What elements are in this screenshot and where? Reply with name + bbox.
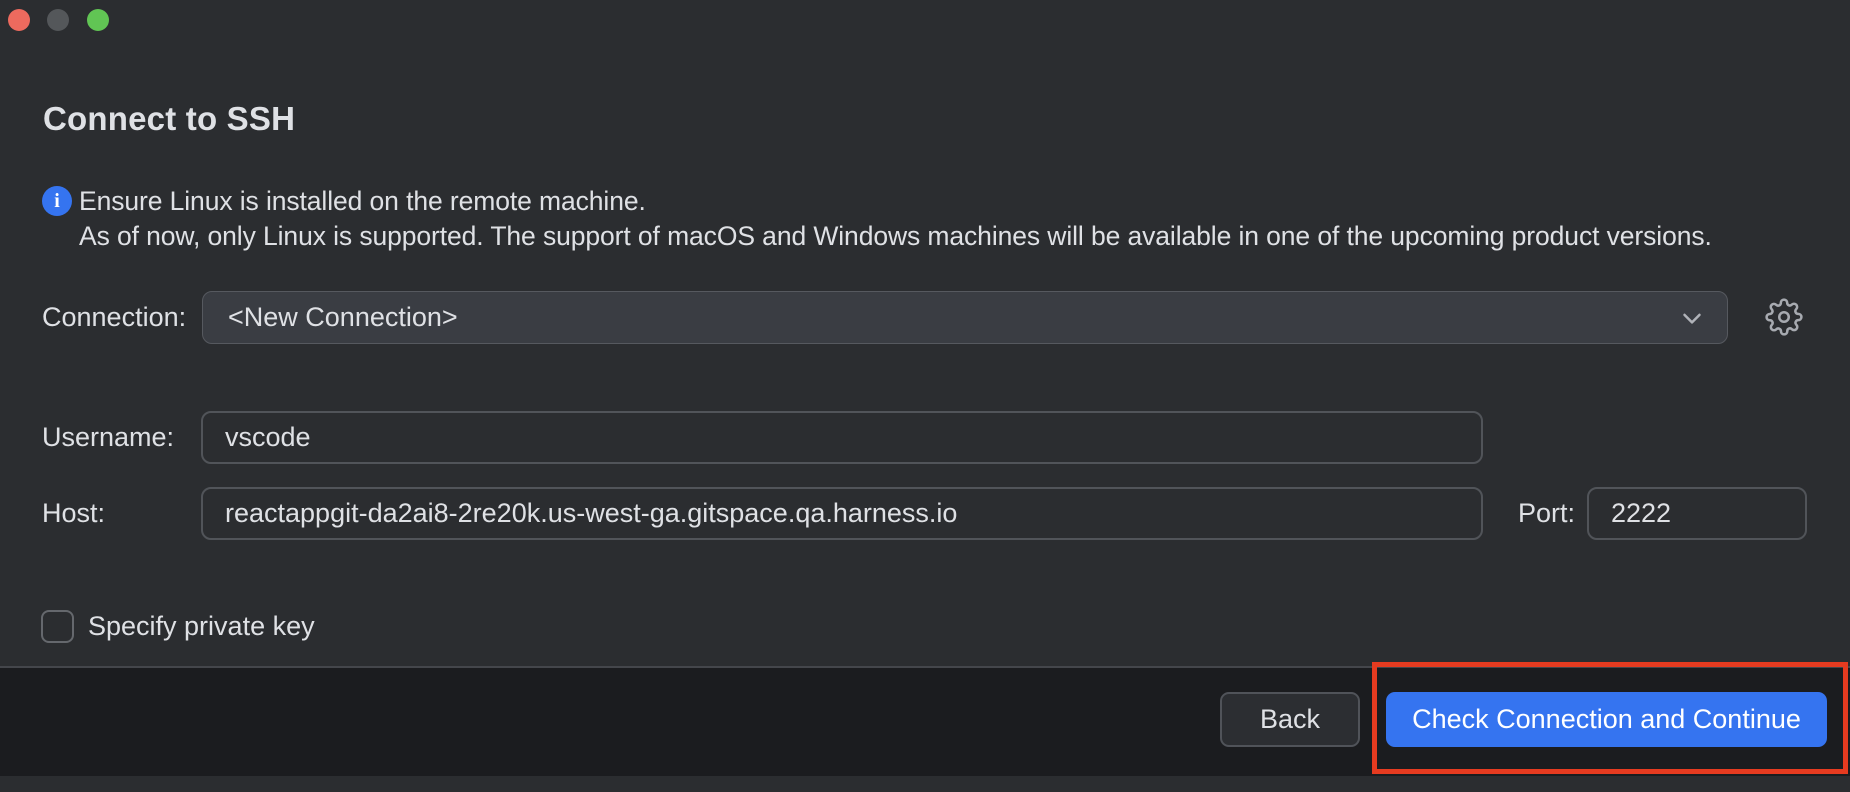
connection-selected-value: <New Connection> [203,302,1677,333]
connect-to-ssh-dialog: Connect to SSH i Ensure Linux is install… [0,0,1850,792]
host-label: Host: [42,487,105,540]
gear-icon [1765,298,1803,336]
specify-private-key-label[interactable]: Specify private key [88,610,315,643]
back-button[interactable]: Back [1220,692,1360,747]
info-banner: Ensure Linux is installed on the remote … [79,184,1712,254]
info-line-2: As of now, only Linux is supported. The … [79,219,1712,254]
chevron-down-icon [1677,303,1707,333]
port-label: Port: [1518,487,1575,540]
connection-select[interactable]: <New Connection> [202,291,1728,344]
connection-settings-button[interactable] [1765,298,1803,336]
window-maximize-button[interactable] [87,9,109,31]
window-minimize-button[interactable] [47,9,69,31]
window-close-button[interactable] [8,9,30,31]
specify-private-key-checkbox[interactable] [41,610,74,643]
host-field[interactable] [201,487,1483,540]
port-field[interactable] [1587,487,1807,540]
page-title: Connect to SSH [43,100,295,138]
username-label: Username: [42,411,174,464]
info-line-1: Ensure Linux is installed on the remote … [79,184,1712,219]
username-field[interactable] [201,411,1483,464]
info-icon: i [42,186,72,216]
check-connection-and-continue-button[interactable]: Check Connection and Continue [1386,692,1827,747]
connection-label: Connection: [42,291,186,344]
